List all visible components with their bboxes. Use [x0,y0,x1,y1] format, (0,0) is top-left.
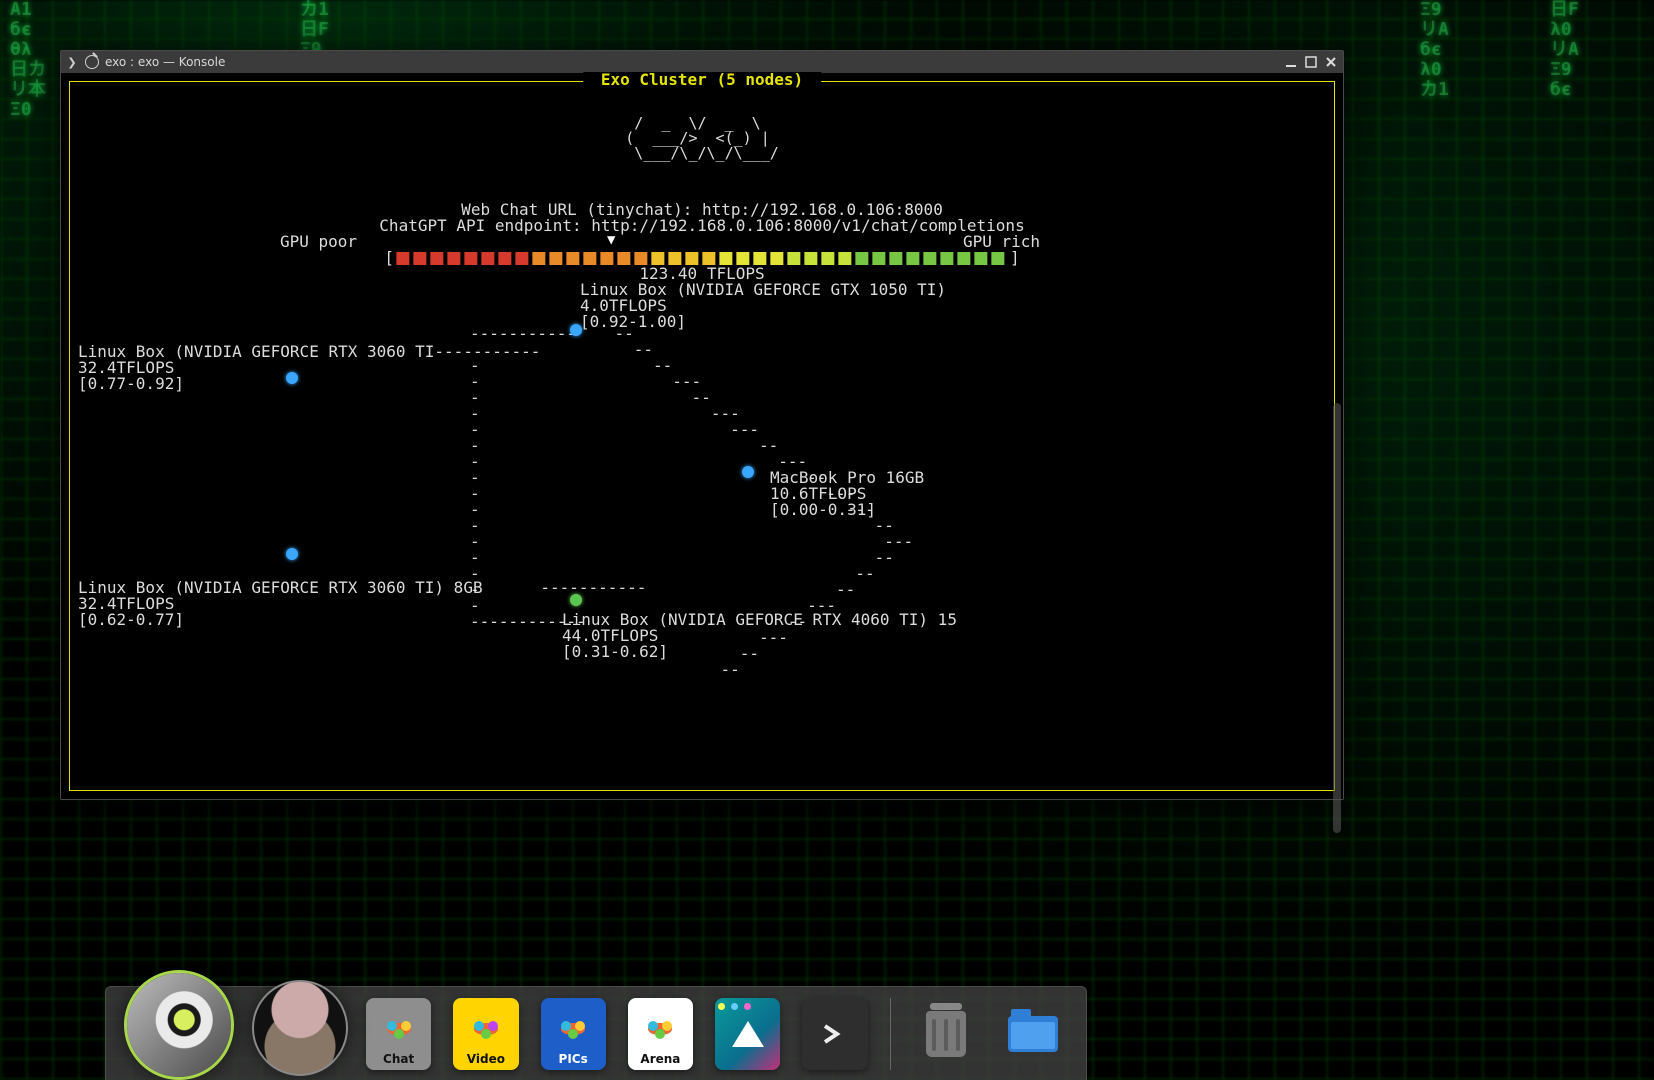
brain-icon [551,1012,595,1046]
topology-ring: ----------- -- -- - -- - --- - -- - --- … [270,326,830,666]
trash-icon [926,1011,966,1057]
dock-item-pics[interactable]: PICs [541,998,606,1070]
window-minimize-button[interactable] [1283,55,1299,69]
cluster-frame: Exo Cluster (5 nodes) / _ \/ _ \ ( ___/>… [69,81,1335,791]
dock-avatar-user[interactable] [252,980,348,1076]
matrix-glyph-column: カ1 日F λ0 リA Ξ9 бє [1550,0,1579,100]
gpu-scale-marker-icon: ▼ [607,232,615,248]
window-close-button[interactable] [1323,55,1339,69]
node-gtx1050ti: Linux Box (NVIDIA GEFORCE GTX 1050 TI) 4… [580,282,946,330]
dock-separator [890,998,892,1070]
dock-item-arena[interactable]: Arena [628,998,693,1070]
prompt-icon [815,1014,855,1054]
matrix-glyph-column: ﾊﾐ A1 бє θλ 日カ リ本 Ξ0 [10,0,46,120]
node-dot-active [570,594,582,606]
node-dot [570,324,582,336]
dock-item-launcher[interactable] [715,998,780,1070]
window-maximize-button[interactable] [1303,55,1319,69]
dock-item-label: Video [467,1052,505,1066]
dock-item-terminal[interactable] [802,998,867,1070]
gpu-poor-label: GPU poor [280,234,357,250]
terminal-scrollbar[interactable] [1333,403,1341,833]
terminal-body[interactable]: Exo Cluster (5 nodes) / _ \/ _ \ ( ___/>… [61,73,1343,799]
brain-icon [377,1012,421,1046]
window-title: exo : exo — Konsole [105,55,225,69]
dock-item-label: Arena [640,1052,680,1066]
node-dot [742,466,754,478]
dock-item-trash[interactable] [914,998,979,1070]
cluster-frame-title: Exo Cluster (5 nodes) [583,72,821,88]
node-dot [286,372,298,384]
brain-icon [638,1012,682,1046]
api-endpoint: ChatGPT API endpoint: http://192.168.0.1… [379,218,1024,234]
brain-icon [464,1012,508,1046]
triangle-icon [732,1021,764,1047]
folder-icon [1008,1016,1058,1052]
konsole-window: ❯ exo : exo — Konsole Exo Cluster (5 nod… [60,50,1344,800]
titlebar-menu-arrow-icon[interactable]: ❯ [65,55,79,69]
konsole-app-icon [85,55,99,69]
gpu-scale-labels: GPU poor GPU rich [280,234,1040,250]
exo-ascii-logo: / _ \/ _ \ ( ___/> <(_) | \___/\_/\_/\__… [625,116,779,161]
dock-item-label: Chat [383,1052,414,1066]
dock-item-chat[interactable]: Chat [366,998,431,1070]
matrix-glyph-column: 日F Ξ9 リA бє λ0 カ1 [1420,0,1449,100]
node-dot [286,548,298,560]
dock-avatar-robot[interactable] [124,970,234,1080]
dock-item-files[interactable] [1001,998,1066,1070]
dock-item-video[interactable]: Video [453,998,518,1070]
dock-item-label: PICs [559,1052,588,1066]
gpu-rich-label: GPU rich [963,234,1040,250]
